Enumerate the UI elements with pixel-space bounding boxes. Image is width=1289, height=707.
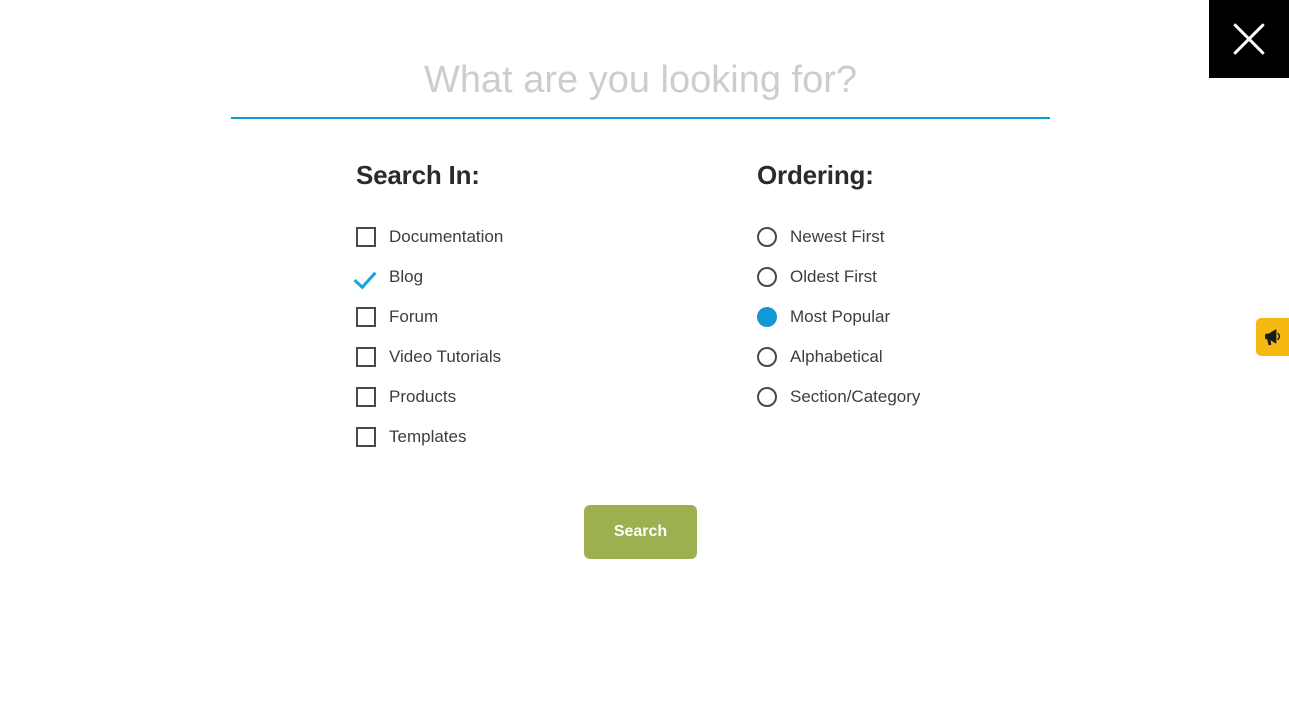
radio-icon-alphabetical[interactable] <box>757 347 777 367</box>
ordering-title: Ordering: <box>757 160 874 190</box>
checkbox-row-video-tutorials[interactable]: Video Tutorials <box>356 337 716 377</box>
checkbox-icon-templates[interactable] <box>356 427 376 447</box>
checkbox-label-documentation: Documentation <box>389 227 504 246</box>
checkbox-icon-video-tutorials[interactable] <box>356 347 376 367</box>
checkbox-label-products: Products <box>389 387 457 406</box>
checkbox-label-forum: Forum <box>389 307 439 326</box>
checkbox-row-documentation[interactable]: Documentation <box>356 217 716 257</box>
radio-label-newest-first: Newest First <box>790 227 885 246</box>
feedback-tab-button[interactable] <box>1256 318 1289 356</box>
radio-row-most-popular[interactable]: Most Popular <box>757 297 1117 337</box>
search-in-column: Search In: Documentation Blog Forum Vide… <box>356 160 716 457</box>
submit-area: Search <box>0 505 1281 559</box>
ordering-options: Newest First Oldest First Most Popular A… <box>757 217 1117 417</box>
ordering-column: Ordering: Newest First Oldest First Most… <box>757 160 1117 417</box>
radio-row-oldest-first[interactable]: Oldest First <box>757 257 1117 297</box>
radio-icon-section-category[interactable] <box>757 387 777 407</box>
search-in-options: Documentation Blog Forum Video Tutorials <box>356 217 716 457</box>
radio-label-section-category: Section/Category <box>790 387 921 406</box>
radio-icon-newest-first[interactable] <box>757 227 777 247</box>
checkbox-icon-forum[interactable] <box>356 307 376 327</box>
search-overlay: Search In: Documentation Blog Forum Vide… <box>0 0 1289 707</box>
radio-row-section-category[interactable]: Section/Category <box>757 377 1117 417</box>
search-submit-button[interactable]: Search <box>584 505 697 559</box>
checkbox-icon-documentation[interactable] <box>356 227 376 247</box>
checkbox-icon-blog[interactable] <box>356 267 376 287</box>
search-field <box>231 52 1050 120</box>
radio-label-alphabetical: Alphabetical <box>790 347 883 366</box>
radio-label-oldest-first: Oldest First <box>790 267 877 286</box>
filter-columns: Search In: Documentation Blog Forum Vide… <box>0 160 1289 460</box>
checkbox-row-blog[interactable]: Blog <box>356 257 716 297</box>
radio-row-alphabetical[interactable]: Alphabetical <box>757 337 1117 377</box>
radio-label-most-popular: Most Popular <box>790 307 891 326</box>
radio-icon-oldest-first[interactable] <box>757 267 777 287</box>
checkbox-label-templates: Templates <box>389 427 467 446</box>
close-search-button[interactable] <box>1209 0 1289 78</box>
search-in-title: Search In: <box>356 160 480 190</box>
checkbox-label-blog: Blog <box>389 267 424 286</box>
megaphone-icon <box>1265 328 1281 345</box>
search-input[interactable] <box>231 52 1050 120</box>
checkbox-row-forum[interactable]: Forum <box>356 297 716 337</box>
checkbox-row-products[interactable]: Products <box>356 377 716 417</box>
radio-row-newest-first[interactable]: Newest First <box>757 217 1117 257</box>
checkbox-row-templates[interactable]: Templates <box>356 417 716 457</box>
close-x-icon <box>1232 22 1266 56</box>
radio-icon-most-popular[interactable] <box>757 307 777 327</box>
checkbox-label-video-tutorials: Video Tutorials <box>389 347 502 366</box>
checkbox-icon-products[interactable] <box>356 387 376 407</box>
